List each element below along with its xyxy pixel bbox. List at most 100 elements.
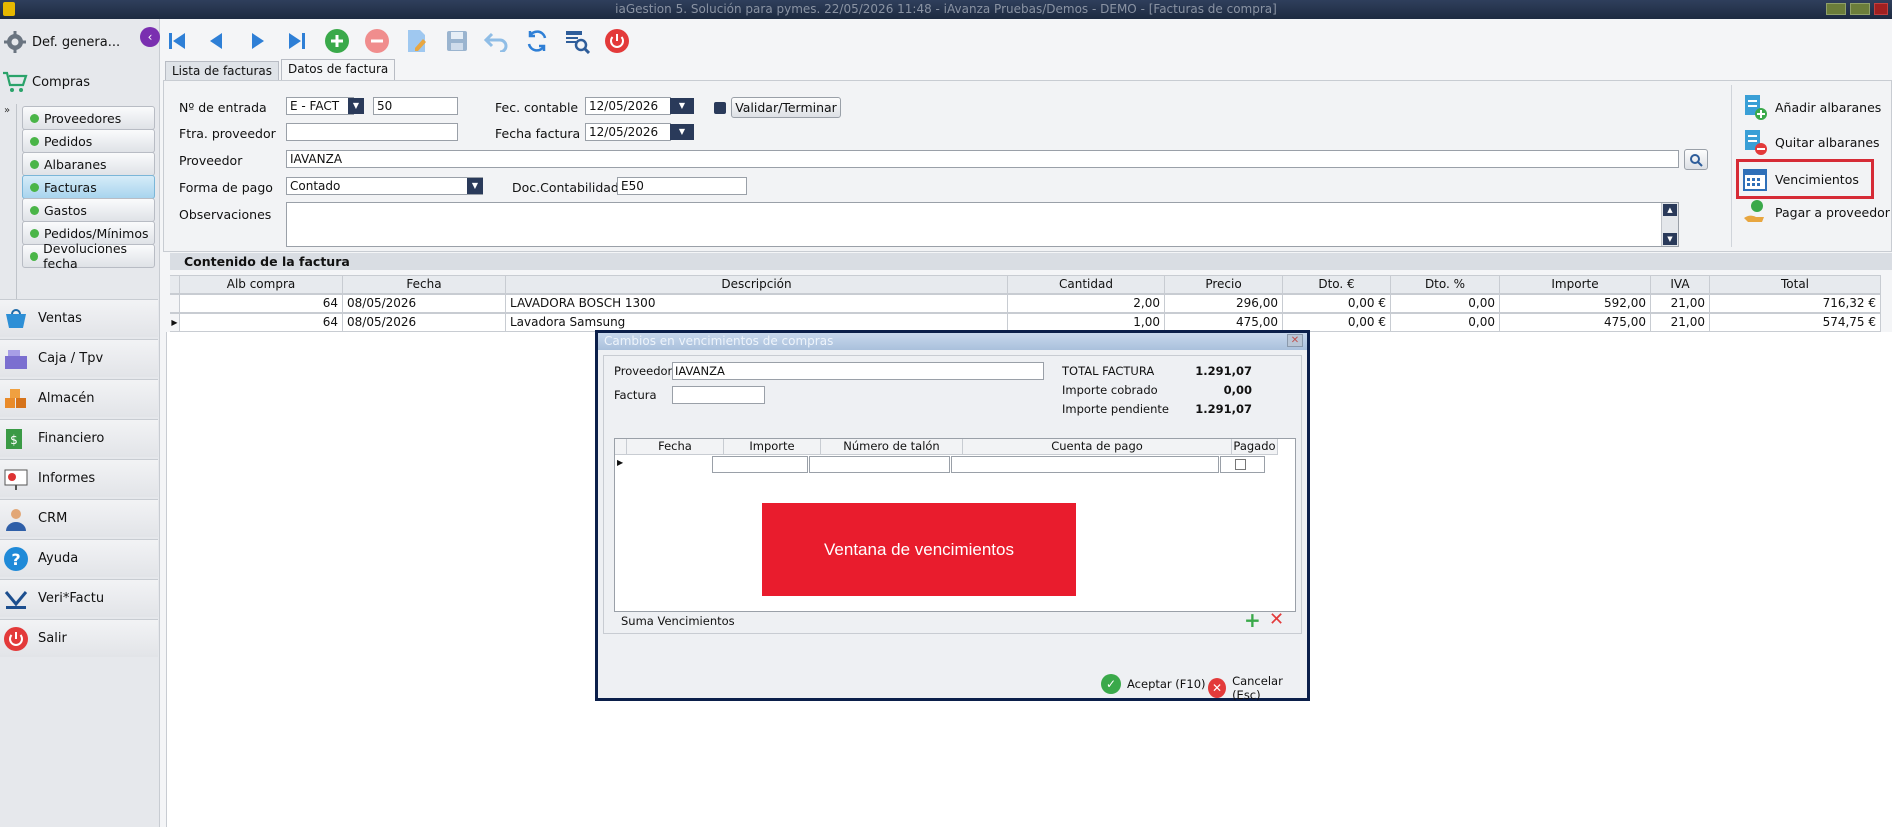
column-header[interactable]: Alb compra (180, 275, 343, 294)
add-record-button[interactable] (322, 26, 352, 56)
table-cell[interactable]: 0,00 (1391, 313, 1500, 332)
ftra-proveedor-input[interactable] (286, 123, 458, 141)
chevron-down-icon[interactable]: ▼ (467, 178, 483, 194)
column-header[interactable]: Descripción (506, 275, 1008, 294)
first-record-button[interactable] (162, 26, 192, 56)
sidebar-item-gastos[interactable]: Gastos (22, 198, 155, 222)
sidebar-item-ventas[interactable]: Ventas (0, 299, 158, 337)
sidebar-item-devoluciones-fecha[interactable]: Devoluciones fecha (22, 241, 155, 271)
grid-cell-cuenta[interactable] (951, 456, 1219, 473)
table-cell[interactable]: 716,32 € (1710, 294, 1881, 313)
grid-column-header[interactable]: Importe (724, 439, 821, 455)
refresh-button[interactable] (522, 26, 552, 56)
tab-lista-facturas[interactable]: Lista de facturas (165, 61, 279, 80)
vencimientos-button[interactable]: Vencimientos (1736, 159, 1874, 199)
minimize-button[interactable] (1826, 3, 1846, 15)
table-cell[interactable]: 21,00 (1651, 294, 1710, 313)
sidebar-item-crm[interactable]: CRM (0, 499, 158, 537)
scroll-up-icon[interactable]: ▲ (1663, 204, 1677, 216)
collapse-sidebar-button[interactable]: ‹ (140, 27, 160, 47)
table-cell[interactable]: 0,00 (1391, 294, 1500, 313)
column-header[interactable]: Dto. € (1283, 275, 1391, 294)
table-cell[interactable]: 08/05/2026 (343, 313, 506, 332)
dialog-factura-input[interactable] (672, 386, 765, 404)
entrada-serie-select[interactable]: E - FACT (286, 97, 354, 115)
pagar-proveedor-button[interactable]: Pagar a proveedor (1741, 196, 1891, 228)
column-header[interactable]: Total (1710, 275, 1881, 294)
aceptar-button[interactable]: ✓ Aceptar (F10) (1101, 674, 1206, 694)
grid-cell-importe[interactable] (712, 456, 808, 473)
grid-column-header[interactable]: Pagado (1232, 439, 1278, 455)
table-cell[interactable]: 64 (180, 313, 343, 332)
table-cell[interactable]: 574,75 € (1710, 313, 1881, 332)
column-header[interactable]: Precio (1165, 275, 1283, 294)
sidebar-item-salir[interactable]: Salir (0, 619, 158, 657)
previous-record-button[interactable] (202, 26, 232, 56)
chevron-down-icon[interactable]: ▼ (348, 98, 364, 114)
search-records-button[interactable] (562, 26, 592, 56)
delete-vencimiento-icon[interactable]: ✕ (1269, 609, 1284, 630)
save-button[interactable] (442, 26, 472, 56)
grid-column-header[interactable]: Número de talón (821, 439, 963, 455)
delete-record-button[interactable] (362, 26, 392, 56)
close-window-button[interactable] (1874, 3, 1888, 15)
fec-contable-input[interactable]: 12/05/2026 (585, 97, 671, 115)
sidebar-item-facturas[interactable]: Facturas (22, 175, 155, 199)
grid-column-header[interactable]: Cuenta de pago (963, 439, 1232, 455)
sidebar-item-albaranes[interactable]: Albaranes (22, 152, 155, 176)
table-cell[interactable]: LAVADORA BOSCH 1300 (506, 294, 1008, 313)
calendar-dropdown-icon[interactable]: ▼ (670, 98, 694, 114)
doc-contabilidad-input[interactable]: E50 (617, 177, 747, 195)
column-header[interactable]: Fecha (343, 275, 506, 294)
table-cell[interactable]: 64 (180, 294, 343, 313)
undo-button[interactable] (482, 26, 512, 56)
sidebar-item-caja-tpv[interactable]: Caja / Tpv (0, 339, 158, 377)
edit-record-button[interactable] (402, 26, 432, 56)
quitar-albaranes-button[interactable]: Quitar albaranes (1741, 126, 1891, 158)
sidebar-item-pedidos[interactable]: Pedidos (22, 129, 155, 153)
validar-terminar-button[interactable]: Validar/Terminar (731, 97, 841, 118)
observaciones-scrollbar[interactable]: ▲ ▼ (1661, 203, 1678, 246)
grid-cell-pagado[interactable] (1220, 456, 1265, 473)
column-header[interactable]: Importe (1500, 275, 1651, 294)
anadir-albaranes-button[interactable]: Añadir albaranes (1741, 91, 1891, 123)
sidebar-item-ayuda[interactable]: ? Ayuda (0, 539, 158, 577)
submenu-collapse-toggle[interactable]: » (1, 104, 17, 316)
scroll-down-icon[interactable]: ▼ (1663, 233, 1677, 245)
last-record-button[interactable] (282, 26, 312, 56)
sidebar-item-almacen[interactable]: Almacén (0, 379, 158, 417)
table-cell[interactable]: 0,00 € (1283, 294, 1391, 313)
calendar-dropdown-icon[interactable]: ▼ (670, 124, 694, 140)
table-row[interactable]: 64 08/05/2026 LAVADORA BOSCH 1300 2,00 2… (170, 294, 1892, 313)
sidebar-item-proveedores[interactable]: Proveedores (22, 106, 155, 130)
table-cell[interactable]: 475,00 (1500, 313, 1651, 332)
observaciones-textarea[interactable] (286, 202, 1679, 247)
sidebar-section-compras[interactable]: Compras (0, 62, 158, 102)
column-header[interactable]: Dto. % (1391, 275, 1500, 294)
search-proveedor-button[interactable] (1684, 149, 1708, 170)
table-cell[interactable]: 2,00 (1008, 294, 1165, 313)
pagado-checkbox[interactable] (1235, 459, 1246, 470)
add-vencimiento-icon[interactable]: + (1244, 608, 1261, 632)
table-cell[interactable]: 296,00 (1165, 294, 1283, 313)
forma-pago-select[interactable]: Contado (286, 177, 483, 195)
tab-datos-factura[interactable]: Datos de factura (280, 59, 396, 80)
table-cell[interactable]: 592,00 (1500, 294, 1651, 313)
entrada-number-input[interactable]: 50 (373, 97, 458, 115)
dialog-close-icon[interactable]: ✕ (1287, 334, 1303, 347)
close-form-button[interactable] (602, 26, 632, 56)
proveedor-input[interactable]: IAVANZA (286, 150, 1679, 168)
sidebar-def-general[interactable]: Def. genera... (0, 22, 158, 62)
sidebar-item-informes[interactable]: Informes (0, 459, 158, 497)
cancelar-button[interactable]: ✕ Cancelar (Esc) (1208, 674, 1307, 702)
dialog-proveedor-input[interactable]: IAVANZA (672, 362, 1044, 380)
column-header[interactable]: IVA (1651, 275, 1710, 294)
grid-column-header[interactable]: Fecha (627, 439, 724, 455)
grid-cell-talon[interactable] (809, 456, 950, 473)
table-cell[interactable]: 08/05/2026 (343, 294, 506, 313)
table-cell[interactable]: 21,00 (1651, 313, 1710, 332)
sidebar-item-verifactu[interactable]: Veri*Factu (0, 579, 158, 617)
next-record-button[interactable] (242, 26, 272, 56)
sidebar-item-financiero[interactable]: $ Financiero (0, 419, 158, 457)
restore-button[interactable] (1850, 3, 1870, 15)
